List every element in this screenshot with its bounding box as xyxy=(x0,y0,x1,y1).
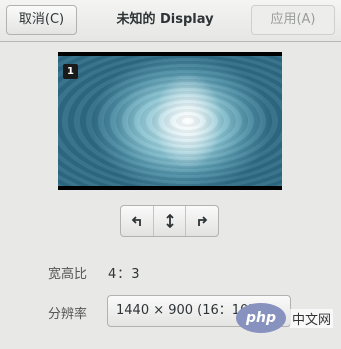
php-logo: php xyxy=(236,303,286,333)
apply-button[interactable]: 应用(A) xyxy=(251,5,335,35)
rotate-right-icon xyxy=(198,216,208,226)
rotate-left-button[interactable] xyxy=(121,206,153,236)
watermark: php 中文网 xyxy=(236,303,334,333)
monitor-number-badge: 1 xyxy=(63,64,78,79)
dialog-title: 未知的 Display xyxy=(116,12,214,27)
rotation-button-group xyxy=(120,205,219,237)
watermark-text: 中文网 xyxy=(290,308,334,328)
rotate-right-button[interactable] xyxy=(185,206,218,236)
aspect-ratio-value: 4：3 xyxy=(108,267,141,282)
header-bar: 取消(C) 未知的 Display 应用(A) xyxy=(0,0,341,42)
display-preview: 1 xyxy=(58,52,282,190)
flip-button[interactable] xyxy=(152,206,186,236)
cancel-button[interactable]: 取消(C) xyxy=(6,5,77,35)
flip-vertical-icon xyxy=(165,214,174,228)
wallpaper-image xyxy=(58,56,282,186)
aspect-ratio-label: 宽高比 xyxy=(48,267,88,282)
rotate-left-icon xyxy=(131,216,141,226)
resolution-label: 分辨率 xyxy=(48,307,88,322)
